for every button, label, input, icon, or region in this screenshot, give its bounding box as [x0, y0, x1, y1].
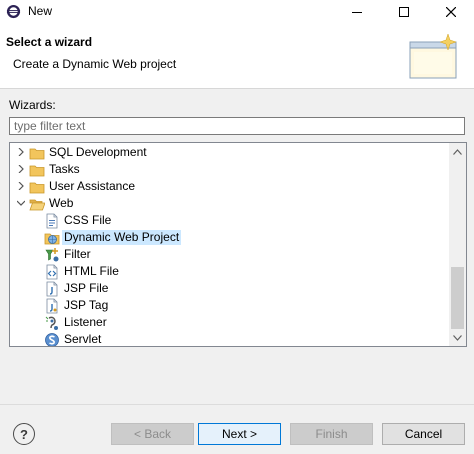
next-button[interactable]: Next >: [198, 423, 281, 445]
chevron-right-icon[interactable]: [15, 162, 27, 176]
maximize-icon: [399, 7, 409, 17]
tree-item-label: Tasks: [49, 162, 80, 176]
tree-item-label: HTML File: [64, 264, 119, 278]
scroll-down-button[interactable]: [449, 329, 466, 346]
wizard-banner-icon: [409, 33, 457, 79]
scroll-thumb[interactable]: [451, 267, 464, 329]
tree-item-label: Listener: [64, 315, 107, 329]
minimize-button[interactable]: [334, 0, 380, 24]
close-icon: [446, 7, 456, 17]
tree-item-label: Filter: [64, 247, 91, 261]
tree-item-label: CSS File: [64, 213, 112, 227]
web-project-icon: [44, 233, 60, 245]
css-file-icon: [46, 213, 58, 229]
minimize-icon: [352, 12, 362, 13]
window-title: New: [28, 4, 53, 18]
help-button[interactable]: ?: [13, 423, 35, 445]
tree-item-servlet[interactable]: Servlet: [10, 331, 450, 346]
folder-icon: [29, 182, 45, 194]
tree-item-filter[interactable]: Filter: [10, 246, 450, 263]
filter-input[interactable]: [9, 117, 465, 135]
header-description: Create a Dynamic Web project: [13, 57, 177, 71]
tree-item-jsp-tag[interactable]: JSP Tag: [10, 297, 450, 314]
footer-divider: [0, 404, 474, 405]
html-file-icon: [46, 264, 58, 280]
close-button[interactable]: [428, 0, 474, 24]
jsp-file-icon: [46, 281, 58, 297]
chevron-down-icon: [453, 334, 462, 341]
tree-item-label: Web: [49, 196, 74, 210]
listener-icon: [45, 316, 58, 330]
back-button[interactable]: < Back: [111, 423, 194, 445]
chevron-right-icon[interactable]: [15, 145, 27, 159]
tree-item-label: JSP Tag: [64, 298, 109, 312]
wizards-label: Wizards:: [9, 98, 56, 112]
tree-item-label: Dynamic Web Project: [62, 230, 182, 245]
tree-item-tasks[interactable]: Tasks: [10, 161, 450, 178]
scroll-up-button[interactable]: [449, 143, 466, 160]
chevron-right-icon[interactable]: [15, 179, 27, 193]
tree-item-html-file[interactable]: HTML File: [10, 263, 450, 280]
tree-item-css-file[interactable]: CSS File: [10, 212, 450, 229]
tree-scrollbar[interactable]: [449, 143, 466, 346]
tree-item-web[interactable]: Web: [10, 195, 450, 212]
eclipse-app-icon: [6, 4, 21, 19]
cancel-button[interactable]: Cancel: [382, 423, 465, 445]
tree-item-label: Servlet: [64, 332, 102, 346]
tree-item-sql-development[interactable]: SQL Development: [10, 144, 450, 161]
title-bar: New: [0, 0, 474, 24]
folder-icon: [29, 148, 45, 160]
header-title: Select a wizard: [6, 35, 93, 49]
wizard-tree[interactable]: SQL Development Tasks User Assistance We…: [9, 142, 467, 347]
servlet-icon: [45, 333, 59, 346]
folder-open-icon: [29, 199, 45, 211]
tree-item-dynamic-web-project[interactable]: Dynamic Web Project: [10, 229, 450, 246]
tree-item-label: JSP File: [64, 281, 109, 295]
maximize-button[interactable]: [381, 0, 427, 24]
chevron-up-icon: [453, 148, 462, 155]
chevron-down-icon[interactable]: [15, 196, 27, 210]
tree-item-label: SQL Development: [49, 145, 147, 159]
tree-item-jsp-file[interactable]: JSP File: [10, 280, 450, 297]
wizard-header: Select a wizard Create a Dynamic Web pro…: [0, 24, 474, 89]
jsp-tag-icon: [46, 298, 58, 314]
tree-item-label: User Assistance: [49, 179, 136, 193]
help-icon: ?: [20, 426, 28, 442]
filter-icon: [45, 248, 59, 262]
tree-item-listener[interactable]: Listener: [10, 314, 450, 331]
tree-item-user-assistance[interactable]: User Assistance: [10, 178, 450, 195]
finish-button[interactable]: Finish: [290, 423, 373, 445]
folder-icon: [29, 165, 45, 177]
